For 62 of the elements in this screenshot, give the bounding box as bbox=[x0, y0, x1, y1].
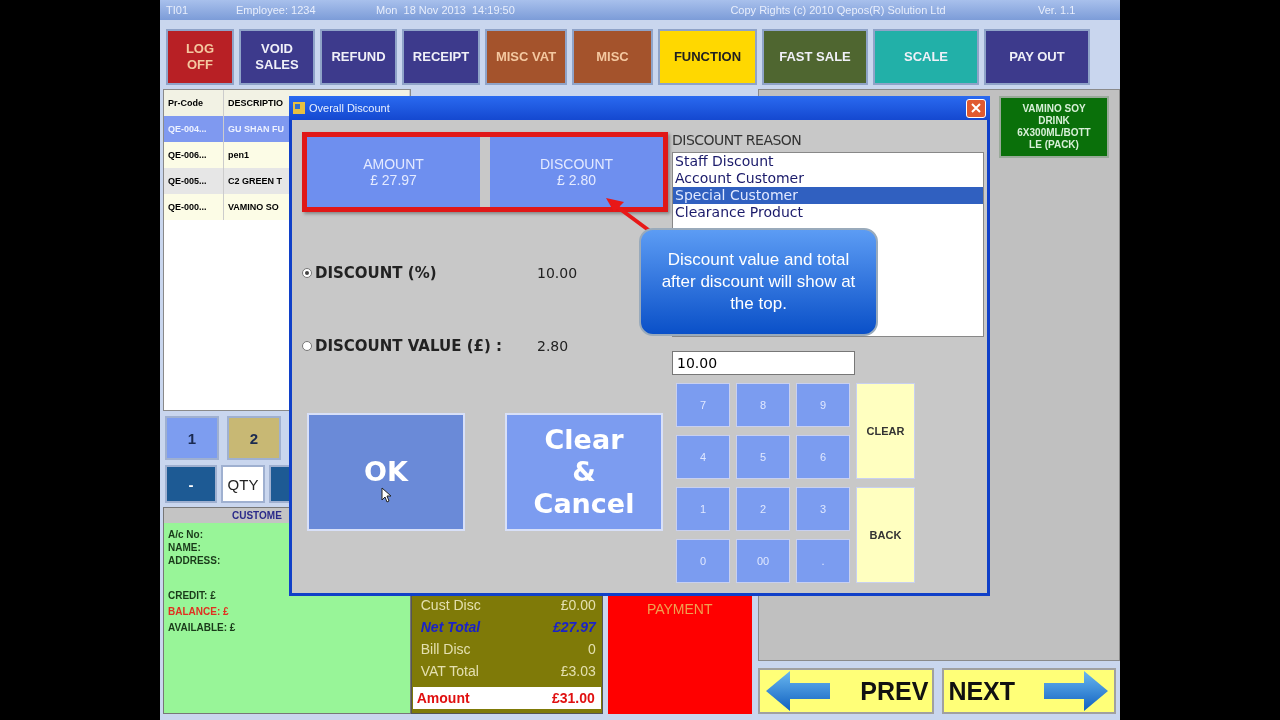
total-label: Cust Disc bbox=[420, 597, 481, 613]
amount-field[interactable]: 10.00 bbox=[672, 351, 855, 375]
option-label: DISCOUNT VALUE (£) : bbox=[315, 337, 504, 355]
total-value: £3.03 bbox=[560, 663, 596, 679]
toolbar-button[interactable]: LOG OFF bbox=[166, 29, 234, 85]
option-value: 10.00 bbox=[537, 265, 578, 281]
total-value: £0.00 bbox=[560, 597, 596, 613]
date-time: Mon 18 Nov 2013 14:19:50 bbox=[376, 4, 516, 16]
total-label: VAT Total bbox=[420, 663, 479, 679]
toolbar-button[interactable]: MISC VAT bbox=[485, 29, 567, 85]
toolbar-button[interactable]: PAY OUT bbox=[984, 29, 1090, 85]
ok-button[interactable]: OK bbox=[307, 413, 465, 531]
reason-item[interactable]: Staff Discount bbox=[673, 153, 983, 170]
quick-key[interactable]: 1 bbox=[165, 416, 219, 460]
close-button[interactable] bbox=[966, 98, 986, 118]
summary-label: DISCOUNT bbox=[539, 156, 614, 172]
toolbar-button[interactable]: FAST SALE bbox=[762, 29, 868, 85]
table-cell: QE-000... bbox=[164, 194, 224, 220]
tooltip-callout: Discount value and total after discount will show at the top. bbox=[639, 228, 878, 336]
option-label: DISCOUNT (%) bbox=[315, 264, 438, 282]
reason-item[interactable]: Account Customer bbox=[673, 170, 983, 187]
reason-item[interactable]: Clearance Product bbox=[673, 204, 983, 221]
total-label: Bill Disc bbox=[420, 641, 471, 657]
radio-button[interactable] bbox=[302, 268, 312, 278]
customer-field: ADDRESS: bbox=[168, 555, 410, 566]
cancel-button[interactable]: Clear & Cancel bbox=[505, 413, 663, 531]
quick-key[interactable]: - bbox=[165, 465, 217, 503]
customer-field: BALANCE: £ bbox=[168, 606, 410, 617]
keypad-key[interactable]: BACK bbox=[856, 487, 915, 583]
copyright-text: Copy Rights (c) 2010 Qepos(R) Solution Ltd bbox=[729, 4, 947, 16]
customer-field: CREDIT: £ bbox=[168, 590, 410, 601]
cursor-icon bbox=[381, 487, 391, 503]
next-button[interactable]: NEXT bbox=[942, 668, 1117, 714]
total-label: Amount bbox=[416, 690, 470, 706]
app-icon bbox=[293, 102, 305, 114]
close-icon bbox=[971, 103, 981, 113]
prev-button[interactable]: PREV bbox=[758, 668, 935, 714]
customer-field: AVAILABLE: £ bbox=[168, 622, 410, 633]
reason-item[interactable]: Special Customer bbox=[673, 187, 983, 204]
total-label: Net Total bbox=[420, 619, 481, 635]
version-label: Ver. 1.1 bbox=[1038, 4, 1076, 16]
quick-key[interactable]: 2 bbox=[227, 416, 281, 460]
radio-button[interactable] bbox=[302, 341, 312, 351]
till-id: TI01 bbox=[166, 4, 189, 16]
toolbar-button[interactable]: REFUND bbox=[320, 29, 397, 85]
customer-field: A/c No: bbox=[168, 529, 410, 540]
summary-value: £ 2.80 bbox=[557, 172, 596, 188]
total-value: £27.97 bbox=[552, 619, 596, 635]
total-value: 0 bbox=[587, 641, 596, 657]
toolbar-button[interactable]: RECEIPT bbox=[402, 29, 480, 85]
toolbar-button[interactable]: FUNCTION bbox=[658, 29, 757, 85]
dialog-title: Overall Discount bbox=[309, 102, 390, 114]
quick-key[interactable]: QTY bbox=[221, 465, 265, 503]
toolbar-button[interactable]: MISC bbox=[572, 29, 653, 85]
reason-label: DISCOUNT REASON bbox=[672, 132, 803, 150]
product-tile[interactable]: VAMINO SOY DRINK 6X300ML/BOTTLE (PACK) bbox=[999, 96, 1109, 158]
total-value: £31.00 bbox=[551, 690, 595, 706]
option-value: 2.80 bbox=[537, 338, 569, 354]
keypad-key[interactable]: CLEAR bbox=[856, 383, 915, 479]
toolbar-button[interactable]: VOID SALES bbox=[239, 29, 315, 85]
customer-field: NAME: bbox=[168, 542, 410, 553]
employee-label: Employee: 1234 bbox=[236, 4, 317, 16]
